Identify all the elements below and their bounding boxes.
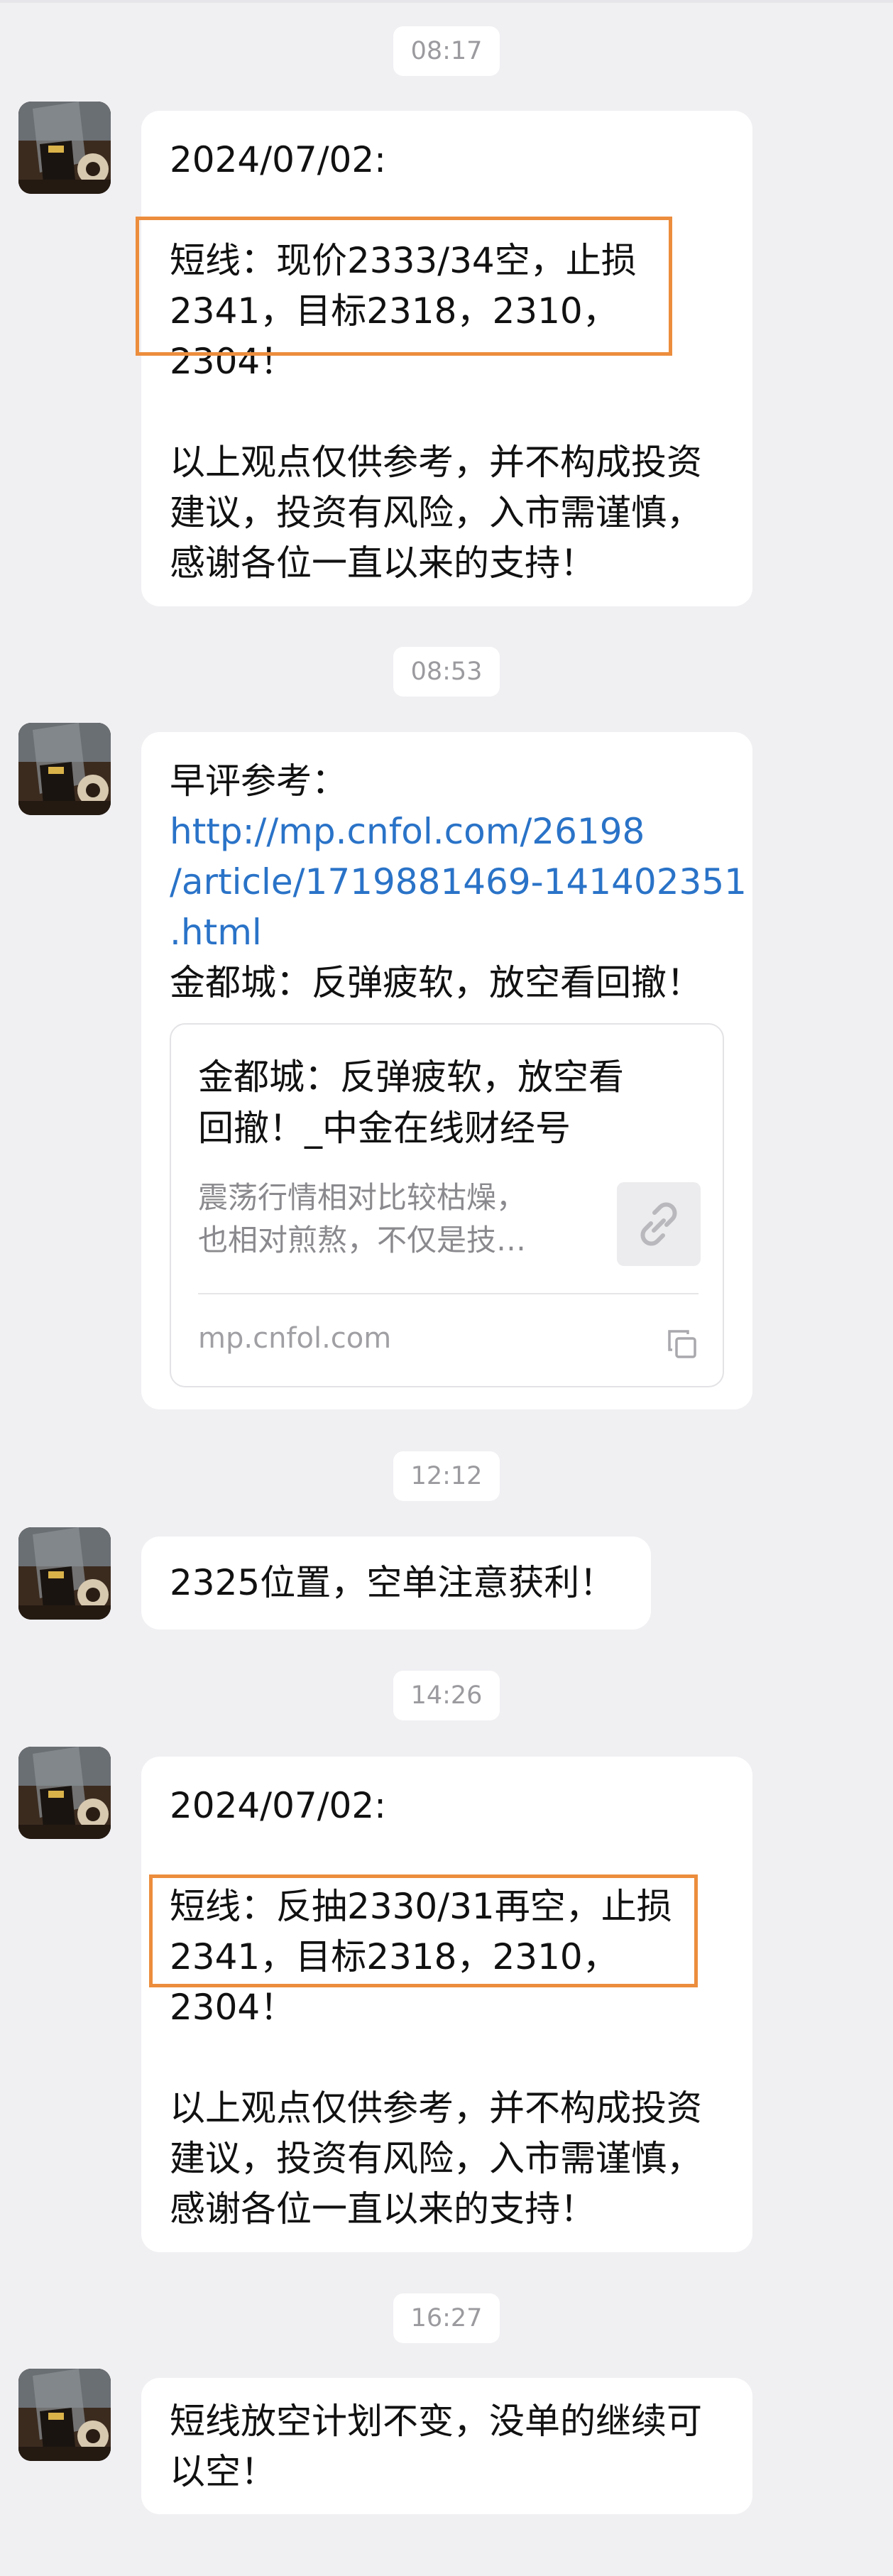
url-link[interactable]: /article/1719881469-141402351 [170, 857, 747, 907]
message-bubble[interactable]: 2024/07/02: 短线：现价2333/34空，止损 2341，目标2318… [141, 111, 752, 606]
avatar[interactable] [18, 1747, 111, 1839]
avatar-image [18, 1747, 111, 1839]
disclaimer-line: 建议，投资有风险，入市需谨慎， [170, 2138, 702, 2179]
top-divider [0, 0, 893, 3]
disclaimer-line: 感谢各位一直以来的支持！ [170, 2188, 596, 2230]
disclaimer-line: 感谢各位一直以来的支持！ [170, 542, 596, 584]
message-date: 2024/07/02: [170, 139, 387, 180]
timestamp: 14:26 [393, 1671, 500, 1720]
timestamp: 16:27 [393, 2293, 500, 2343]
link-icon [617, 1182, 701, 1266]
avatar-image [18, 723, 111, 815]
link-preview-title-line: 金都城：反弹疲软，放空看 [198, 1057, 624, 1098]
disclaimer-line: 以上观点仅供参考，并不构成投资 [170, 2087, 702, 2129]
link-preview-card[interactable]: 金都城：反弹疲软，放空看 回撤！_中金在线财经号 震荡行情相对比较枯燥， 也相对… [170, 1023, 724, 1387]
avatar[interactable] [18, 1527, 111, 1620]
avatar-image [18, 2369, 111, 2461]
timestamp: 08:17 [393, 26, 500, 76]
message-line: 短线放空计划不变，没单的继续可 [170, 2401, 702, 2442]
message-line: 2304！ [170, 1987, 296, 2028]
url-link[interactable]: http://mp.cnfol.com/26198 [170, 807, 724, 857]
message-bubble[interactable]: 短线放空计划不变，没单的继续可 以空！ [141, 2378, 752, 2514]
link-preview-description: 震荡行情相对比较枯燥， 也相对煎熬，不仅是技… [198, 1177, 526, 1262]
timestamp: 08:53 [393, 647, 500, 697]
avatar[interactable] [18, 102, 111, 194]
message-date: 2024/07/02: [170, 1785, 387, 1826]
message-bubble[interactable]: 2325位置，空单注意获利！ [141, 1537, 651, 1630]
message-bubble[interactable]: 早评参考： http://mp.cnfol.com/26198 /article… [141, 732, 752, 1409]
message-line: 以空！ [170, 2451, 276, 2492]
link-preview-source: mp.cnfol.com [198, 1322, 392, 1355]
timestamp: 12:12 [393, 1451, 500, 1501]
link-preview-title-line: 回撤！_中金在线财经号 [198, 1108, 571, 1149]
link-preview-title: 金都城：反弹疲软，放空看 回撤！_中金在线财经号 [198, 1052, 624, 1154]
message-line: 金都城：反弹疲软，放空看回撤！ [170, 962, 702, 1003]
highlight-box [136, 217, 672, 356]
copy-icon[interactable] [665, 1324, 699, 1358]
avatar-image [18, 102, 111, 194]
card-divider [198, 1293, 698, 1294]
highlight-box [149, 1874, 698, 1987]
link-preview-description-line: 震荡行情相对比较枯燥， [198, 1180, 527, 1215]
disclaimer-line: 以上观点仅供参考，并不构成投资 [170, 442, 702, 483]
disclaimer-line: 建议，投资有风险，入市需谨慎， [170, 492, 702, 533]
url-link[interactable]: .html [170, 907, 724, 958]
message-bubble[interactable]: 2024/07/02: 短线：反抽2330/31再空，止损 2341，目标231… [141, 1757, 752, 2252]
message-line: 2325位置，空单注意获利！ [170, 1562, 615, 1603]
message-line: 早评参考： [170, 760, 347, 802]
avatar-image [18, 1527, 111, 1620]
avatar[interactable] [18, 723, 111, 815]
avatar[interactable] [18, 2369, 111, 2461]
link-preview-description-line: 也相对煎熬，不仅是技… [198, 1223, 527, 1257]
